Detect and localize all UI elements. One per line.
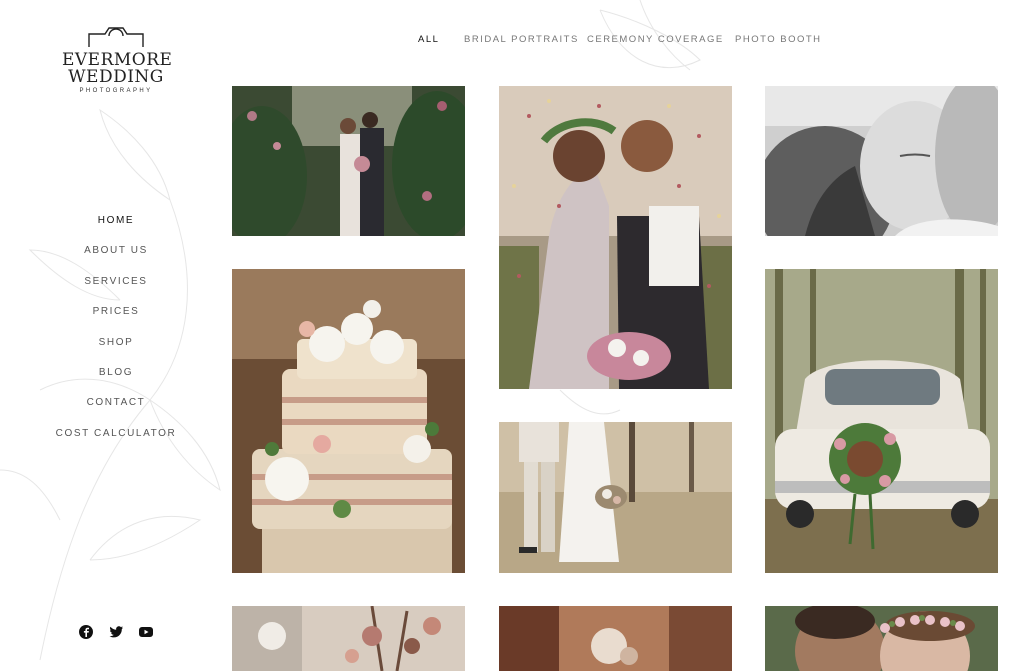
nav-item-home[interactable]: HOME xyxy=(0,210,232,240)
main-nav: HOME ABOUT US SERVICES PRICES SHOP BLOG … xyxy=(0,210,232,453)
nav-item-cost-calculator[interactable]: COST CALCULATOR xyxy=(0,423,232,453)
brand-name-line2: WEDDING xyxy=(68,67,164,87)
gallery-photo-flower-crown-couple[interactable] xyxy=(765,606,998,671)
brand-tagline: PHOTOGRAPHY xyxy=(79,88,153,94)
gallery-photo-vintage-car[interactable] xyxy=(765,269,998,573)
tab-bridal-portraits[interactable]: BRIDAL PORTRAITS xyxy=(464,34,579,45)
facebook-icon[interactable] xyxy=(78,624,94,640)
sidebar: EVERMORE WEDDING PHOTOGRAPHY HOME ABOUT … xyxy=(0,0,232,671)
youtube-icon[interactable] xyxy=(138,624,154,640)
gallery-photo-bw-closeup[interactable] xyxy=(765,86,998,236)
gallery-photo-wedding-cake[interactable] xyxy=(232,269,465,573)
gallery-photo-reception-detail[interactable] xyxy=(499,606,732,671)
nav-item-blog[interactable]: BLOG xyxy=(0,362,232,392)
twitter-icon[interactable] xyxy=(108,624,124,640)
gallery-photo-table-florals[interactable] xyxy=(232,606,465,671)
nav-item-shop[interactable]: SHOP xyxy=(0,332,232,362)
gallery-photo-garden-couple[interactable] xyxy=(232,86,465,236)
gallery-photo-confetti-couple[interactable] xyxy=(499,86,732,389)
nav-item-prices[interactable]: PRICES xyxy=(0,301,232,331)
nav-item-contact[interactable]: CONTACT xyxy=(0,392,232,422)
tab-all[interactable]: ALL xyxy=(418,34,439,45)
tab-photo-booth[interactable]: PHOTO BOOTH xyxy=(735,34,822,45)
nav-item-about-us[interactable]: ABOUT US xyxy=(0,240,232,270)
tab-ceremony-coverage[interactable]: CEREMONY COVERAGE xyxy=(587,34,724,45)
gallery-photo-couple-walking[interactable] xyxy=(499,422,732,573)
gallery-filter-tabs: ALL BRIDAL PORTRAITS CEREMONY COVERAGE P… xyxy=(0,34,1024,50)
social-links xyxy=(78,624,154,640)
nav-item-services[interactable]: SERVICES xyxy=(0,271,232,301)
